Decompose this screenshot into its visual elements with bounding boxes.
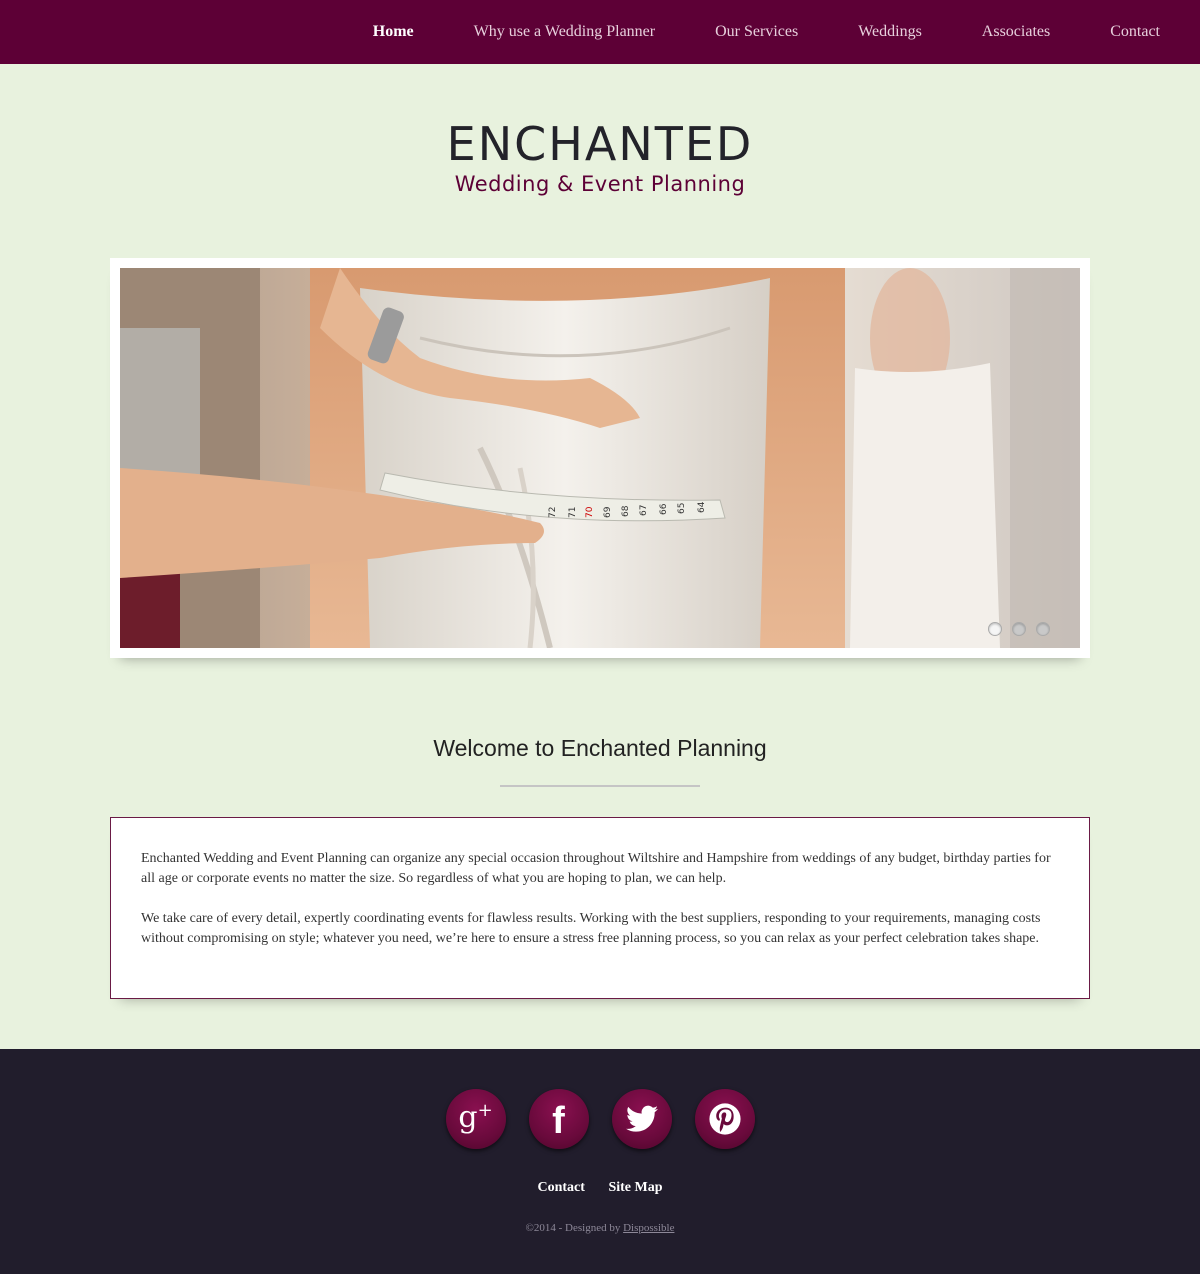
nav-item-our-services[interactable]: Our Services [715,23,798,41]
footer-links: Contact Site Map [0,1180,1200,1196]
nav-item-why-use-a-wedding-planner[interactable]: Why use a Wedding Planner [474,23,655,41]
twitter-icon[interactable] [611,1089,672,1149]
slider-dot-3[interactable] [1036,622,1050,636]
copyright: ©2014 - Designed by Dispossible [0,1222,1200,1234]
slider-pagination [988,622,1050,636]
footer-link-contact[interactable]: Contact [538,1180,585,1195]
designer-link[interactable]: Dispossible [623,1222,674,1234]
svg-text:72: 72 [548,507,558,518]
slider-dot-2[interactable] [1012,622,1026,636]
svg-text:71: 71 [568,507,578,518]
welcome-heading: Welcome to Enchanted Planning [433,735,767,761]
intro-paragraph-2: We take care of every detail, expertly c… [141,911,1041,946]
svg-text:65: 65 [677,503,687,514]
image-slider: 72 71 70 69 68 67 66 65 64 [110,258,1090,658]
site-footer: g+ f Contact Site Map ©2014 - Designed b… [0,1049,1200,1274]
svg-text:69: 69 [603,506,613,518]
logo-title: ENCHANTED [446,117,754,171]
google-plus-icon[interactable]: g+ [445,1089,506,1149]
social-links: g+ f [0,1089,1200,1149]
pinterest-icon[interactable] [694,1089,755,1149]
svg-text:68: 68 [621,505,631,517]
nav-item-contact[interactable]: Contact [1110,23,1160,41]
logo-subtitle: Wedding & Event Planning [454,172,746,196]
main-nav: Home Why use a Wedding Planner Our Servi… [0,0,1200,64]
heading-divider [500,785,700,787]
nav-item-weddings[interactable]: Weddings [858,23,922,41]
nav-item-home[interactable]: Home [373,23,414,41]
nav-item-associates[interactable]: Associates [982,23,1050,41]
slide-image: 72 71 70 69 68 67 66 65 64 [120,268,1080,648]
slider-dot-1[interactable] [988,622,1002,636]
footer-link-site-map[interactable]: Site Map [608,1180,662,1195]
svg-text:67: 67 [639,505,649,516]
nav-menu: Home Why use a Wedding Planner Our Servi… [313,0,1200,64]
site-logo[interactable]: ENCHANTED Wedding & Event Planning [0,118,1200,198]
svg-text:70: 70 [585,506,595,518]
bride-fitting-photo: 72 71 70 69 68 67 66 65 64 [120,268,1080,648]
svg-text:64: 64 [697,501,707,513]
intro-content-box: Enchanted Wedding and Event Planning can… [110,817,1090,999]
facebook-icon[interactable]: f [528,1089,589,1149]
svg-text:66: 66 [659,503,669,515]
intro-paragraph-1: Enchanted Wedding and Event Planning can… [141,851,1051,886]
copyright-text: ©2014 - Designed by [525,1222,624,1234]
